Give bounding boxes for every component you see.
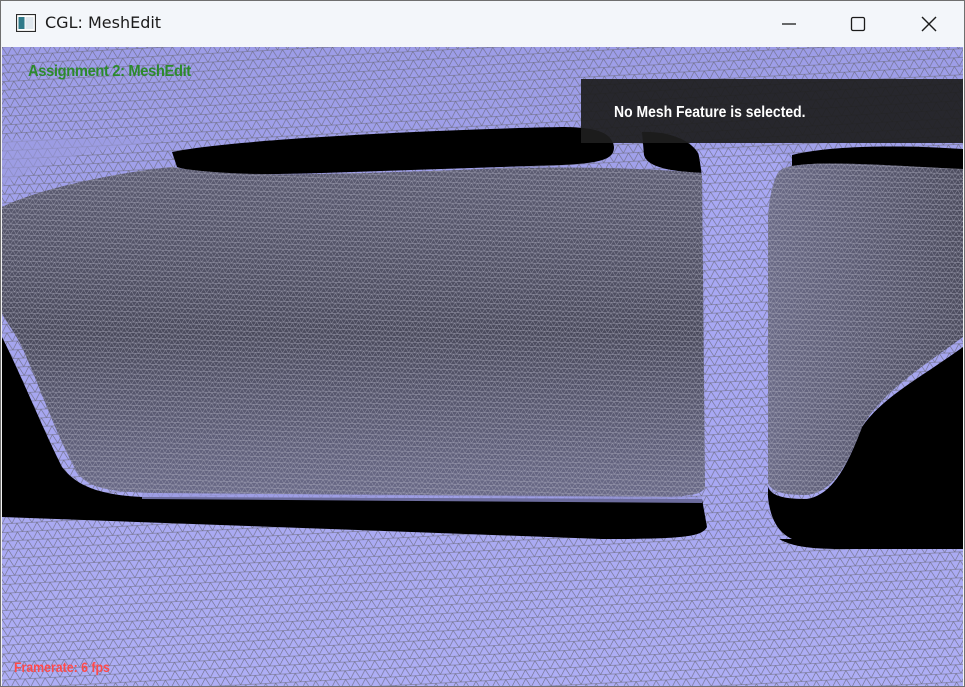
window-title: CGL: MeshEdit [45, 13, 162, 32]
framerate-readout: Framerate: 6 fps [14, 659, 110, 675]
mesh-viewport[interactable]: Assignment 2: MeshEdit No Mesh Feature i… [2, 47, 963, 686]
close-button[interactable] [894, 1, 964, 47]
selection-status: No Mesh Feature is selected. [614, 104, 806, 121]
maximize-button[interactable] [823, 1, 893, 47]
minimize-icon [782, 23, 796, 25]
close-icon [921, 16, 937, 32]
maximize-icon [850, 16, 866, 32]
title-bar[interactable]: CGL: MeshEdit [1, 1, 964, 47]
minimize-button[interactable] [754, 1, 824, 47]
inner-surface-left-wireframe [2, 167, 705, 498]
selection-info-panel: No Mesh Feature is selected. [581, 79, 963, 143]
app-window: CGL: MeshEdit Assignment 2: MeshEdit No … [0, 0, 965, 687]
window-app-icon [16, 14, 36, 32]
hud-title: Assignment 2: MeshEdit [28, 63, 191, 80]
